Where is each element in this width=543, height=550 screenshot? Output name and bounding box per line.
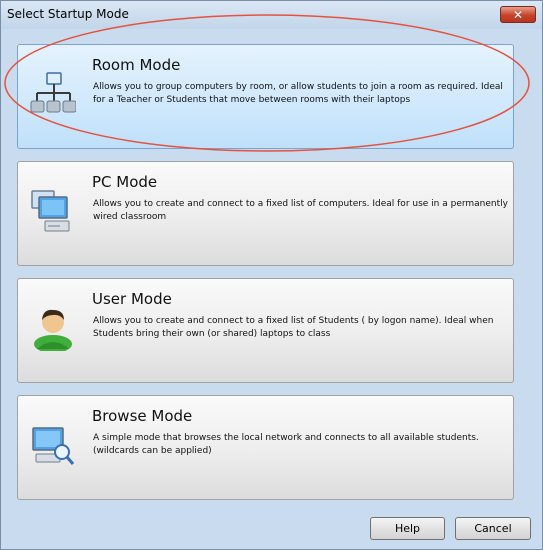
title-bar: Select Startup Mode ✕ <box>1 1 542 29</box>
user-icon <box>34 309 72 351</box>
close-icon: ✕ <box>512 7 524 22</box>
mode-description: Allows you to create and connect to a fi… <box>93 316 494 339</box>
mode-title: User Mode <box>92 290 172 308</box>
mode-title: PC Mode <box>92 173 158 191</box>
room-mode-option[interactable]: Room Mode Allows you to group computers … <box>17 44 514 149</box>
mode-title: Room Mode <box>92 56 181 74</box>
computers-icon <box>31 190 70 232</box>
browse-computer-icon <box>32 427 75 465</box>
mode-description: Allows you to group computers by room, o… <box>93 82 503 105</box>
close-button[interactable]: ✕ <box>500 6 536 23</box>
pc-mode-option[interactable]: PC Mode Allows you to create and connect… <box>17 161 514 266</box>
mode-title: Browse Mode <box>92 407 193 425</box>
cancel-button[interactable]: Cancel <box>455 517 531 540</box>
help-button[interactable]: Help <box>370 517 445 540</box>
mode-description: A simple mode that browses the local net… <box>93 433 479 456</box>
window-title: Select Startup Mode <box>7 7 129 21</box>
mode-description: Allows you to create and connect to a fi… <box>93 199 508 222</box>
user-mode-option[interactable]: User Mode Allows you to create and conne… <box>17 278 514 383</box>
browse-mode-option[interactable]: Browse Mode A simple mode that browses t… <box>17 395 514 500</box>
network-hierarchy-icon <box>30 72 76 113</box>
